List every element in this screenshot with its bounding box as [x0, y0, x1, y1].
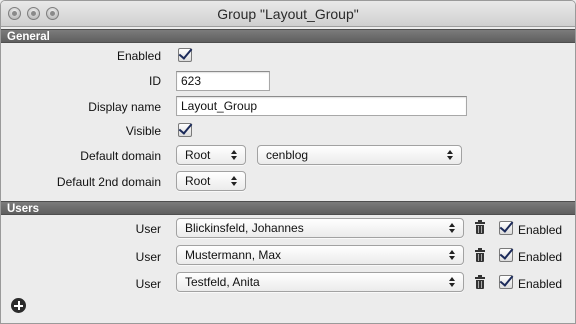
updown-arrows-icon	[449, 248, 457, 262]
id-label: ID	[149, 74, 161, 88]
default-2nd-domain-value: Root	[185, 174, 211, 188]
trash-icon[interactable]	[475, 248, 485, 262]
default-domain-value: Root	[185, 148, 211, 162]
updown-arrows-icon	[449, 275, 457, 289]
default-domain-secondary-value: cenblog	[266, 148, 309, 162]
id-field[interactable]	[176, 71, 270, 91]
default-domain-select[interactable]: Root	[176, 145, 246, 165]
default-2nd-domain-label: Default 2nd domain	[56, 175, 161, 189]
user-select-value: Testfeld, Anita	[185, 275, 260, 289]
display-name-label: Display name	[88, 100, 161, 114]
enabled-label: Enabled	[116, 49, 161, 63]
user-select[interactable]: Mustermann, Max	[176, 245, 464, 265]
display-name-field[interactable]	[176, 96, 467, 116]
trash-icon[interactable]	[475, 220, 485, 234]
visible-checkbox[interactable]	[178, 123, 192, 137]
user-enabled-label: Enabled	[518, 223, 563, 237]
user-enabled-checkbox[interactable]	[499, 248, 513, 262]
user-select-value: Mustermann, Max	[185, 248, 282, 262]
default-2nd-domain-select[interactable]: Root	[176, 171, 246, 191]
add-circle-icon[interactable]	[11, 298, 26, 313]
user-select[interactable]: Testfeld, Anita	[176, 272, 464, 292]
user-select[interactable]: Blickinsfeld, Johannes	[176, 218, 464, 238]
user-enabled-checkbox[interactable]	[499, 275, 513, 289]
trash-icon[interactable]	[475, 275, 485, 289]
user-label: User	[135, 250, 161, 264]
user-enabled-label: Enabled	[518, 250, 563, 264]
group-editor-window: Group "Layout_Group" General Enabled ID …	[0, 0, 576, 324]
user-select-value: Blickinsfeld, Johannes	[185, 221, 304, 235]
updown-arrows-icon	[447, 148, 455, 162]
updown-arrows-icon	[231, 174, 239, 188]
user-label: User	[135, 277, 161, 291]
enabled-checkbox[interactable]	[178, 48, 192, 62]
visible-label: Visible	[125, 124, 161, 138]
user-label: User	[135, 222, 161, 236]
updown-arrows-icon	[231, 148, 239, 162]
section-header-general: General	[1, 29, 575, 43]
default-domain-label: Default domain	[80, 149, 161, 163]
user-enabled-label: Enabled	[518, 277, 563, 291]
section-header-users: Users	[1, 201, 575, 215]
default-domain-secondary-select[interactable]: cenblog	[257, 145, 462, 165]
title-bar: Group "Layout_Group"	[1, 1, 575, 27]
updown-arrows-icon	[449, 221, 457, 235]
window-title: Group "Layout_Group"	[217, 6, 359, 22]
user-enabled-checkbox[interactable]	[499, 221, 513, 235]
